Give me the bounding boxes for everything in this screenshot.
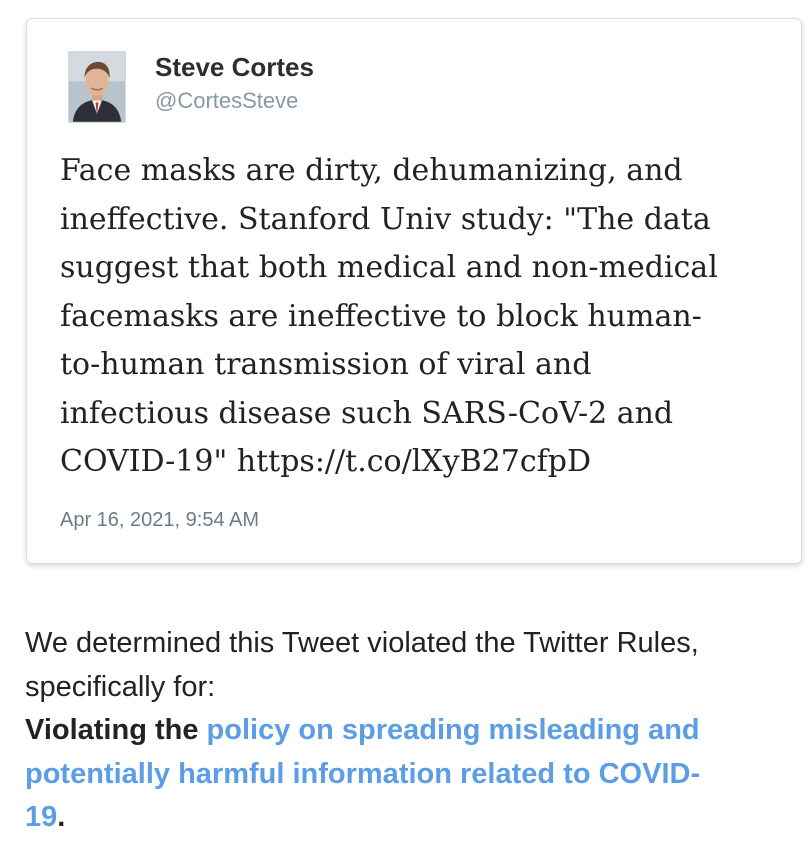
policy-link[interactable]: policy on spreading misleading and [207,714,700,746]
tweet-text-line: ineffective. Stanford Univ study: "The d… [60,201,711,237]
tweet-card[interactable]: Steve Cortes @CortesSteve Face masks are… [26,18,802,564]
tweet-text-line: facemasks are ineffective to block human… [60,298,702,334]
notice-link-line: potentially harmful information related … [25,753,805,797]
notice-link-line: 19. [25,796,805,840]
notice-line: specifically for: [25,670,216,703]
policy-link[interactable]: 19 [25,801,57,833]
tweet-text-line: Face masks are dirty, dehumanizing, and [60,153,683,188]
author-name[interactable]: Steve Cortes [155,52,314,83]
policy-link[interactable]: potentially harmful information related … [25,758,700,790]
tweet-text-line: suggest that both medical and non-medica… [60,250,718,285]
violation-notice: We determined this Tweet violated the Tw… [25,622,805,840]
notice-period: . [57,801,66,833]
notice-violation-line: Violating the policy on spreading mislea… [25,709,805,753]
tweet-timestamp[interactable]: Apr 16, 2021, 9:54 AM [60,509,259,532]
tweet-text-line: infectious disease such SARS-CoV-2 and [60,395,674,431]
tweet-text-line: to-human transmission of viral and [60,347,592,382]
person-avatar-icon[interactable] [68,51,126,123]
violation-prefix: Violating the [25,714,199,746]
notice-line: We determined this Tweet violated the Tw… [25,627,699,659]
tweet-text-line: COVID-19" https://t.co/lXyB27cfpD [60,444,591,479]
tweet-text: Face masks are dirty, dehumanizing, and … [60,147,790,487]
author-handle[interactable]: @CortesSteve [155,88,298,114]
